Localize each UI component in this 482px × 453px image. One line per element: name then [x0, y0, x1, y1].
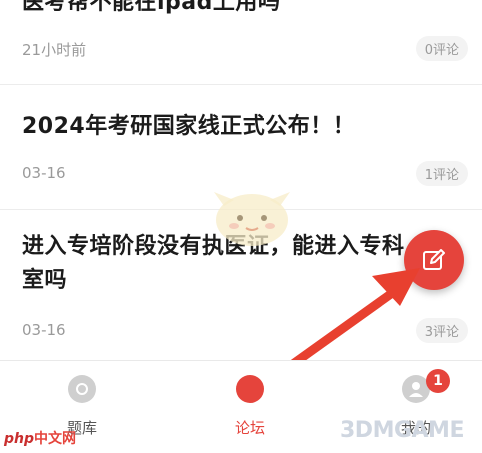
edit-icon: [423, 249, 445, 270]
post-date: 03-16: [22, 164, 66, 182]
compose-post-button[interactable]: [404, 230, 464, 290]
comment-count: 1评论: [415, 161, 468, 186]
post-date: 03-16: [22, 321, 66, 339]
post-date: 21小时前: [22, 41, 87, 59]
notification-badge: 1: [426, 369, 450, 393]
tab-forum[interactable]: 论坛: [190, 361, 310, 453]
question-bank-icon: [68, 375, 96, 403]
post-title[interactable]: 2024年考研国家线正式公布！！: [22, 110, 392, 144]
forum-icon: [236, 375, 264, 403]
comment-count: 3评论: [415, 318, 468, 343]
watermark-brand: php: [4, 431, 35, 447]
post-item[interactable]: 医考帮不能在ipad上用吗 21小时前 0评论: [0, 0, 482, 80]
mascot-watermark-icon: [214, 192, 290, 246]
3dmgame-watermark: 3DMGAME: [340, 418, 464, 443]
comment-count: 0评论: [415, 36, 468, 61]
post-title[interactable]: 医考帮不能在ipad上用吗: [22, 0, 392, 20]
php-watermark: php中文网: [4, 428, 76, 448]
watermark-text: 中文网: [34, 431, 77, 447]
tab-label: 论坛: [234, 419, 265, 437]
